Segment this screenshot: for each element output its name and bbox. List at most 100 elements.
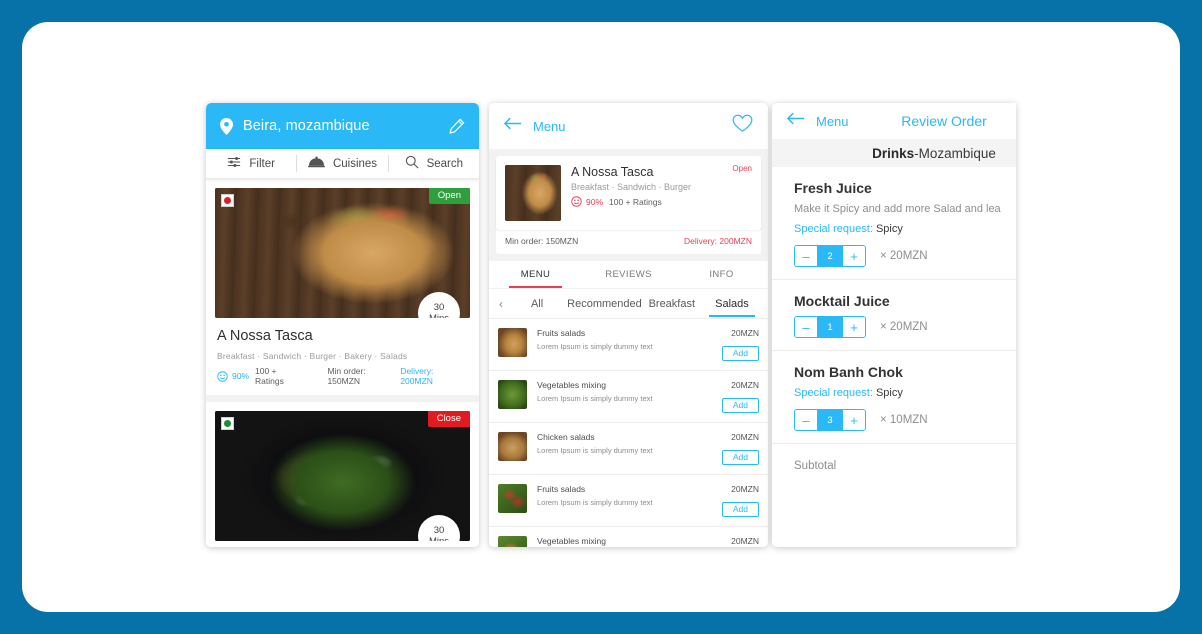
cuisines-label: Cuisines (332, 157, 378, 170)
order-item-description: Make it Spicy and add more Salad and lea (794, 203, 1001, 215)
menu-item-actions: 20MZN Add (707, 380, 759, 413)
increment-button[interactable]: + (843, 246, 865, 266)
search-label: Search (426, 157, 464, 170)
add-button[interactable]: Add (721, 502, 759, 517)
review-order-header: Menu Review Order (772, 103, 1016, 139)
menu-item-actions: 20MZN Add (707, 432, 759, 465)
menu-back-label[interactable]: Menu (816, 114, 849, 129)
quantity-stepper: – 1 + (794, 316, 866, 338)
menu-item-body: Vegetables mixing Lorem Ipsum is simply … (537, 536, 707, 547)
arrow-left-icon[interactable] (503, 117, 522, 135)
non-veg-marker-icon (221, 194, 234, 207)
arrow-left-icon[interactable] (786, 112, 805, 130)
category-tab-breakfast[interactable]: Breakfast (642, 289, 702, 318)
menu-item[interactable]: Fruits salads Lorem Ipsum is simply dumm… (489, 474, 768, 526)
status-badge: Close (427, 411, 470, 427)
tab-menu[interactable]: MENU (489, 261, 582, 288)
category-tab-all[interactable]: All (507, 289, 567, 318)
restaurant-info: A Nossa Tasca Breakfast · Sandwich · Bur… (206, 318, 479, 395)
restaurant-card[interactable]: Close 30 Mins Rickshaws Pousada e Cafe (206, 411, 479, 547)
order-item-name: Nom Banh Chok (794, 364, 903, 380)
menu-item-price: 20MZN (731, 536, 759, 546)
menu-item-actions: 20MZN Add (707, 536, 759, 547)
page-title: Review Order (901, 113, 987, 129)
chevron-left-icon[interactable]: ‹ (495, 297, 507, 311)
order-item-quantity-row: – 1 + × 20MZN (794, 316, 996, 338)
add-button[interactable]: Add (721, 398, 759, 413)
menu-item-price: 20MZN (731, 328, 759, 338)
cuisines-button[interactable]: Cuisines (297, 149, 387, 178)
restaurant-list-panel: Beira, mozambique Filter Cuisines Search… (206, 103, 479, 547)
decrement-button[interactable]: – (795, 317, 817, 337)
restaurant-summary-body: A Nossa Tasca Breakfast · Sandwich · Bur… (571, 165, 752, 221)
filter-button[interactable]: Filter (206, 149, 296, 178)
subtotal-label: Subtotal (794, 460, 837, 472)
decrement-button[interactable]: – (795, 246, 817, 266)
delivery-time-unit: Mins (429, 313, 449, 318)
special-request-label: Special request: (794, 223, 873, 235)
menu-item-thumbnail (498, 328, 527, 357)
menu-item-thumbnail (498, 380, 527, 409)
veg-marker-icon (221, 417, 234, 430)
list-divider (206, 395, 479, 402)
order-item-special-request: Special request: Spicy (794, 223, 996, 235)
menu-item-price: 20MZN (731, 484, 759, 494)
order-item-special-request: Special request: Spicy (794, 387, 996, 399)
category-tab-recommended[interactable]: Recommended (567, 289, 642, 318)
restaurant-info: Rickshaws Pousada e Cafe (206, 541, 479, 547)
menu-item-actions: 20MZN Add (707, 484, 759, 517)
menu-header: Menu (489, 103, 768, 149)
menu-item-description: Lorem Ipsum is simply dummy text (537, 446, 653, 455)
status-badge: Open (732, 164, 752, 173)
ratings-count: 100 + Ratings (255, 366, 284, 386)
screenshot-stage: Beira, mozambique Filter Cuisines Search… (0, 0, 1202, 634)
location-label: Beira, mozambique (243, 118, 370, 134)
menu-item[interactable]: Chicken salads Lorem Ipsum is simply dum… (489, 422, 768, 474)
menu-item-price: 20MZN (731, 432, 759, 442)
restaurant-card[interactable]: Open 30 Mins A Nossa Tasca Breakfast · S… (206, 188, 479, 395)
heart-icon[interactable] (732, 114, 753, 138)
menu-item[interactable]: Vegetables mixing Lorem Ipsum is simply … (489, 370, 768, 422)
category-tabs: ‹ All Recommended Breakfast Salads (489, 288, 768, 318)
menu-item[interactable]: Vegetables mixing Lorem Ipsum is simply … (489, 526, 768, 547)
quantity-value: 3 (817, 410, 843, 430)
increment-button[interactable]: + (843, 410, 865, 430)
restaurant-rating-row: 90% 100 + Ratings (571, 196, 752, 207)
pencil-icon[interactable] (449, 118, 465, 134)
quantity-stepper: – 3 + (794, 409, 866, 431)
order-item-quantity-row: – 2 + × 20MZN (794, 245, 996, 267)
min-order-label: Min order: 150MZN (505, 236, 579, 246)
category-tab-salads[interactable]: Salads (702, 289, 762, 318)
search-button[interactable]: Search (389, 149, 479, 178)
menu-back-label[interactable]: Menu (533, 119, 566, 134)
menu-item[interactable]: Fruits salads Lorem Ipsum is simply dumm… (489, 318, 768, 370)
restaurant-name: A Nossa Tasca (217, 328, 313, 344)
menu-item-description: Lorem Ipsum is simply dummy text (537, 498, 653, 507)
restaurant-photo: Open 30 Mins (215, 188, 470, 318)
restaurant-summary-card: A Nossa Tasca Breakfast · Sandwich · Bur… (496, 156, 761, 230)
menu-item-thumbnail (498, 484, 527, 513)
sliders-icon (227, 155, 241, 172)
increment-button[interactable]: + (843, 317, 865, 337)
delivery-fee-label: Delivery: 200MZN (683, 236, 752, 246)
restaurant-meta: 90% 100 + Ratings Min order: 150MZN Deli… (217, 366, 468, 386)
delivery-time-unit: Mins (429, 536, 449, 541)
add-button[interactable]: Add (721, 346, 759, 361)
add-button[interactable]: Add (721, 450, 759, 465)
tab-info[interactable]: INFO (675, 261, 768, 288)
decrement-button[interactable]: – (795, 410, 817, 430)
menu-item-name: Chicken salads (537, 432, 595, 442)
restaurant-photo: Close 30 Mins (215, 411, 470, 541)
location-header: Beira, mozambique (206, 103, 479, 149)
smiley-rating-icon (571, 196, 582, 207)
delivery-fee-label: Delivery: 200MZN (400, 366, 434, 386)
order-item-unit-price: × 10MZN (880, 414, 928, 426)
menu-item-actions: 20MZN Add (707, 328, 759, 361)
order-region-name: Mozambique (918, 145, 996, 161)
order-item-name: Fresh Juice (794, 180, 872, 196)
tab-reviews[interactable]: REVIEWS (582, 261, 675, 288)
order-item: Fresh Juice Make it Spicy and add more S… (772, 167, 1016, 280)
menu-item-body: Fruits salads Lorem Ipsum is simply dumm… (537, 328, 707, 351)
menu-panel: Menu A Nossa Tasca Breakfast · Sandwich … (489, 103, 768, 547)
menu-item-thumbnail (498, 536, 527, 547)
